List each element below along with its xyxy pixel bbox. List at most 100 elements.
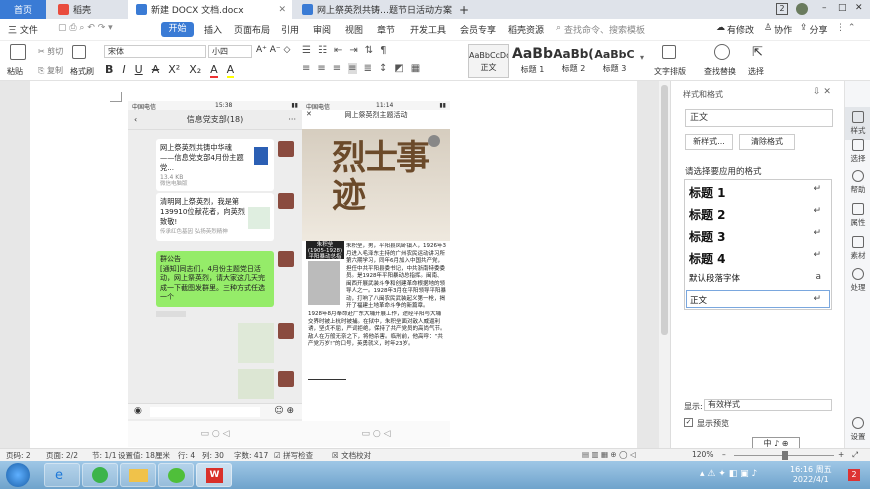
font-color-button[interactable]: A <box>210 63 218 78</box>
command-search[interactable]: ⌕ 查找命令、搜索模板 <box>556 23 645 36</box>
format-painter-button[interactable]: 格式刷 <box>70 66 94 77</box>
align-right-icon[interactable]: ≡ <box>333 63 341 74</box>
collab-button[interactable]: ♙ 协作 <box>764 23 792 36</box>
menu-view[interactable]: 视图 <box>345 23 363 36</box>
menu-developer[interactable]: 开发工具 <box>410 23 446 36</box>
style-item-heading-3[interactable]: 标题 3 ↵ <box>689 228 829 245</box>
cut-button[interactable]: ✂ 剪切 <box>38 46 63 57</box>
spell-check-button[interactable]: ☑ 拼写检查 <box>274 450 313 461</box>
style-heading-2[interactable]: AaBb( 标题 2 <box>553 44 594 78</box>
text-layout-button[interactable]: 文字排版 <box>654 66 686 77</box>
menu-start[interactable]: 开始 <box>161 22 194 37</box>
style-item-heading-2[interactable]: 标题 2 ↵ <box>689 206 829 223</box>
start-button[interactable] <box>6 463 30 487</box>
menu-chapter[interactable]: 章节 <box>377 23 395 36</box>
scroll-thumb[interactable] <box>661 85 668 335</box>
font-grow-shrink[interactable]: A⁺ A⁻ ◇ <box>256 45 290 55</box>
menu-review[interactable]: 审阅 <box>313 23 331 36</box>
style-item-default-font[interactable]: 默认段落字体 a <box>689 272 829 284</box>
sidebar-item-help[interactable]: 帮助 <box>845 170 870 195</box>
panel-close-icons[interactable]: ⇩ ✕ <box>813 87 831 97</box>
zoom-slider-thumb[interactable] <box>782 451 788 460</box>
cursor-icon[interactable]: ⇱ <box>752 45 763 60</box>
tab-home[interactable]: 首页 <box>0 0 46 19</box>
align-center-icon[interactable]: ≡ <box>317 63 325 74</box>
style-item-heading-4[interactable]: 标题 4 ↵ <box>689 250 829 267</box>
quick-access-icons[interactable]: ▢ ⎙ ⌕ ↶ ↷ ▾ <box>58 23 113 33</box>
notification-badge[interactable]: 2 <box>848 469 860 481</box>
outdent-icon[interactable]: ⇤ <box>334 45 342 56</box>
border-icon[interactable]: ▦ <box>411 63 420 74</box>
line-spacing-icon[interactable]: ↕ <box>379 63 387 74</box>
taskbar-explorer[interactable] <box>120 463 156 487</box>
bullet-list-icon[interactable]: ☰ <box>302 45 311 56</box>
underline-button[interactable]: U <box>135 63 143 78</box>
zoom-out-button[interactable]: – <box>722 450 726 459</box>
style-normal[interactable]: AaBbCcDd 正文 <box>468 44 509 78</box>
sidebar-item-select[interactable]: 选择 <box>845 139 870 164</box>
tab-docer[interactable]: 稻壳 <box>50 0 128 19</box>
status-col[interactable]: 列: 30 <box>202 450 224 461</box>
find-replace-button[interactable]: 查找替换 <box>704 66 736 77</box>
taskbar-wps[interactable]: W <box>196 463 232 487</box>
distribute-icon[interactable]: ≣ <box>364 63 372 74</box>
doc-check-button[interactable]: ☒ 文档校对 <box>332 450 371 461</box>
taskbar-wechat[interactable] <box>158 463 194 487</box>
new-tab-button[interactable]: + <box>455 0 473 19</box>
status-page[interactable]: 页码: 2 <box>6 450 31 461</box>
sort-icon[interactable]: ⇅ <box>365 45 373 56</box>
highlight-button[interactable]: A <box>226 63 235 78</box>
style-heading-3[interactable]: AaBbC 标题 3 <box>594 44 635 78</box>
vertical-scrollbar[interactable] <box>659 81 670 448</box>
shading-icon[interactable]: ◩ <box>394 63 403 74</box>
sidebar-item-settings[interactable]: 设置 <box>845 417 870 442</box>
status-row[interactable]: 行: 4 <box>178 450 195 461</box>
status-settings[interactable]: 设置值: 18厘米 <box>118 450 170 461</box>
avatar[interactable] <box>796 3 808 15</box>
current-style-field[interactable]: 正文 <box>685 109 833 127</box>
align-left-icon[interactable]: ≡ <box>302 63 310 74</box>
styles-more-icon[interactable]: ▾ <box>640 53 644 62</box>
zoom-level[interactable]: 120% <box>692 450 713 459</box>
tab-new-docx[interactable]: 新建 DOCX 文档.docx ✕ <box>128 0 292 19</box>
menu-member[interactable]: 会员专享 <box>460 23 496 36</box>
font-name-select[interactable]: 宋体 <box>104 45 206 58</box>
status-pages[interactable]: 页面: 2/2 <box>46 450 78 461</box>
style-item-normal[interactable]: 正文 ↵ <box>686 290 830 308</box>
italic-button[interactable]: I <box>122 63 125 78</box>
show-marks-icon[interactable]: ¶ <box>380 45 386 56</box>
taskbar-360[interactable] <box>82 463 118 487</box>
strike-button[interactable]: A <box>152 63 160 78</box>
font-size-select[interactable]: 小四 <box>208 45 252 58</box>
indent-icon[interactable]: ⇥ <box>349 45 357 56</box>
clear-format-button[interactable]: 清除格式 <box>739 134 795 150</box>
show-preview-checkbox[interactable]: ✓ <box>684 418 693 427</box>
bold-button[interactable]: B <box>105 63 113 78</box>
minimize-button[interactable]: – <box>822 3 827 13</box>
subscript-button[interactable]: X₂ <box>189 63 201 78</box>
tab-activity-plan[interactable]: 网上祭英烈共铸…题节日活动方案 ✕ <box>294 0 452 19</box>
fullscreen-icon[interactable]: ⤢ <box>852 450 858 460</box>
status-words[interactable]: 字数: 417 <box>234 450 268 461</box>
paste-button[interactable]: 粘贴 <box>7 66 23 77</box>
modified-indicator[interactable]: ☁ 有修改 <box>716 23 754 36</box>
close-window-button[interactable]: ✕ <box>855 3 863 13</box>
new-style-button[interactable]: 新样式... <box>685 134 733 150</box>
maximize-button[interactable]: □ <box>838 3 847 13</box>
copy-button[interactable]: ⎘ 复制 <box>38 65 63 76</box>
tray-clock[interactable]: 16:16 周五 2022/4/1 <box>790 464 832 484</box>
sidebar-item-style[interactable]: 样式 <box>845 107 870 140</box>
brush-icon[interactable] <box>72 45 86 59</box>
more-icon[interactable]: ⋮ ⌃ <box>836 23 855 33</box>
superscript-button[interactable]: X² <box>168 63 180 78</box>
menu-reference[interactable]: 引用 <box>281 23 299 36</box>
window-count-badge[interactable]: 2 <box>776 3 788 15</box>
sidebar-item-material[interactable]: 素材 <box>845 236 870 261</box>
magnifier-icon[interactable] <box>714 44 730 60</box>
menu-docer[interactable]: 稻壳资源 <box>508 23 544 36</box>
tray-icons[interactable]: ▴ ⚠ ✦ ◧ ▣ ♪ <box>700 469 757 479</box>
align-justify-icon[interactable]: ≡ <box>348 63 357 74</box>
number-list-icon[interactable]: ☷ <box>318 45 327 56</box>
taskbar-ie[interactable]: e <box>44 463 80 487</box>
zoom-in-button[interactable]: + <box>838 450 844 459</box>
